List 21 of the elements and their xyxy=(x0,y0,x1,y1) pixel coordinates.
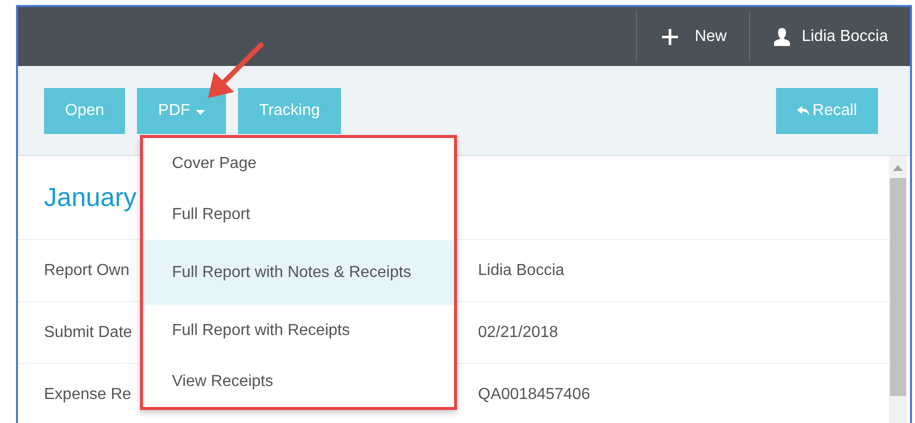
new-label: New xyxy=(694,28,727,46)
menu-item[interactable]: View Receipts xyxy=(143,356,454,407)
reply-arrow-icon xyxy=(796,106,809,116)
field-label: Submit Date xyxy=(43,324,134,342)
user-menu[interactable]: Lidia Boccia xyxy=(748,11,910,62)
field-label: Expense Re xyxy=(43,386,132,404)
field-value: QA0018457406 xyxy=(478,386,590,404)
user-icon xyxy=(774,28,790,46)
field-value: 02/21/2018 xyxy=(478,324,558,342)
scrollbar[interactable] xyxy=(889,156,907,423)
menu-item[interactable]: Full Report with Receipts xyxy=(143,305,454,356)
field-value: Lidia Boccia xyxy=(478,262,564,280)
new-button[interactable]: New xyxy=(636,11,749,62)
user-name: Lidia Boccia xyxy=(802,28,888,46)
menu-item[interactable]: Full Report with Notes & Receipts xyxy=(143,240,454,305)
scroll-up-icon[interactable] xyxy=(893,165,903,171)
plus-icon xyxy=(660,28,679,46)
field-label: Report Own xyxy=(43,262,130,280)
caret-icon xyxy=(196,110,206,114)
scrollbar-thumb[interactable] xyxy=(890,178,906,396)
menu-item[interactable]: Full Report xyxy=(143,189,454,240)
